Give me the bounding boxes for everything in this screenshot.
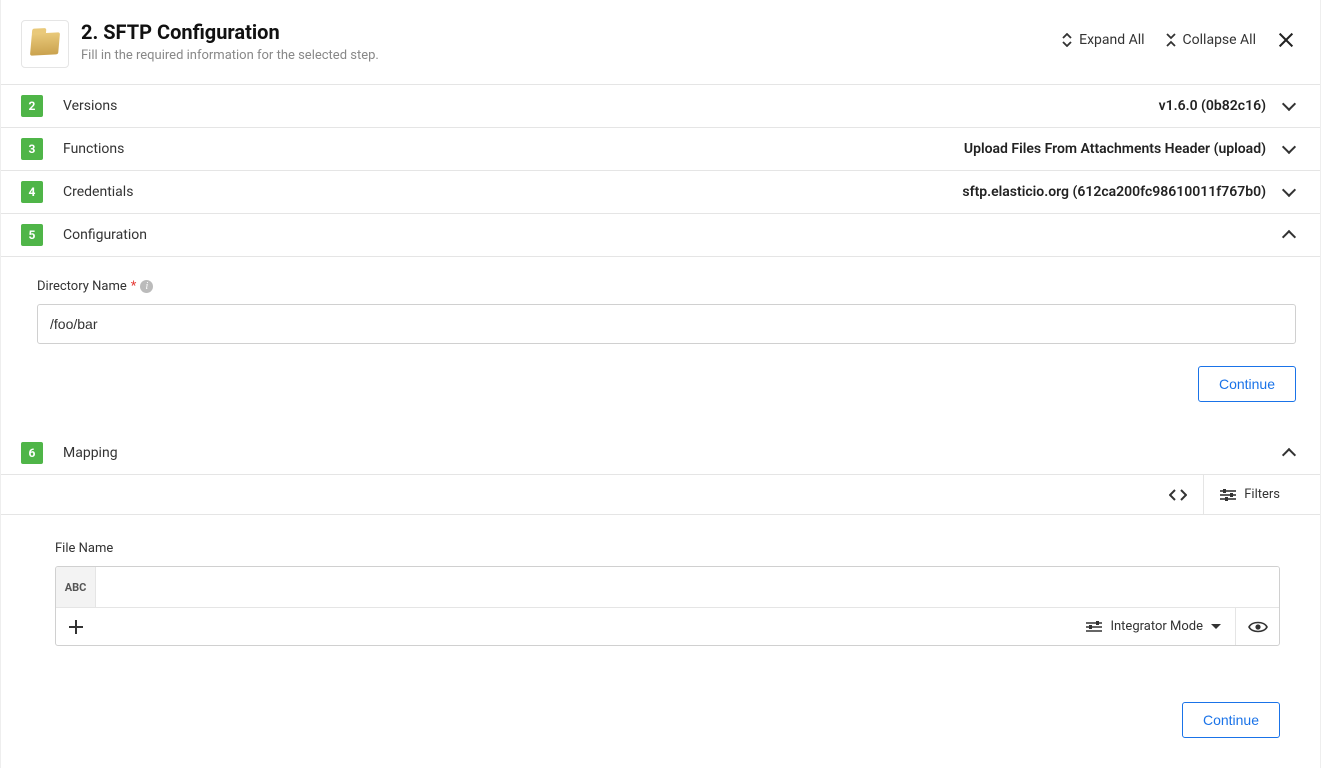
- preview-button[interactable]: [1235, 608, 1279, 645]
- folder-icon: [30, 32, 60, 55]
- page-subtitle: Fill in the required information for the…: [81, 48, 1061, 63]
- filename-field-wrap: ABC Integrator Mode: [55, 566, 1280, 646]
- filters-icon: [1220, 488, 1236, 502]
- expand-all-icon: [1061, 33, 1073, 47]
- section-row-credentials[interactable]: 4 Credentials sftp.elasticio.org (612ca2…: [1, 171, 1320, 214]
- filename-label: File Name: [55, 541, 113, 556]
- directory-name-input[interactable]: [37, 304, 1296, 344]
- section-value-credentials: sftp.elasticio.org (612ca200fc98610011f7…: [962, 184, 1266, 200]
- configuration-continue-button[interactable]: Continue: [1198, 366, 1296, 402]
- filters-label: Filters: [1244, 487, 1280, 502]
- expand-all-label: Expand All: [1079, 32, 1144, 48]
- expand-all-button[interactable]: Expand All: [1061, 32, 1144, 48]
- config-header: 2. SFTP Configuration Fill in the requir…: [1, 0, 1320, 85]
- mapping-filters-button[interactable]: Filters: [1203, 475, 1296, 514]
- code-brackets-icon: [1169, 488, 1187, 502]
- chevron-up-icon: [1282, 446, 1296, 460]
- step-badge-6: 6: [21, 442, 43, 464]
- mapping-continue-button[interactable]: Continue: [1182, 702, 1280, 738]
- page-title: 2. SFTP Configuration: [81, 20, 1061, 44]
- section-value-functions: Upload Files From Attachments Header (up…: [964, 141, 1266, 157]
- info-icon[interactable]: i: [140, 280, 153, 293]
- chevron-down-icon: [1282, 142, 1296, 156]
- mapper-mode-dropdown[interactable]: Integrator Mode: [1072, 608, 1235, 645]
- section-value-versions: v1.6.0 (0b82c16): [1159, 98, 1266, 114]
- mapping-body: File Name ABC: [1, 515, 1320, 768]
- chevron-down-icon: [1282, 99, 1296, 113]
- chevron-up-icon: [1282, 228, 1296, 242]
- component-icon-box: [21, 20, 69, 68]
- step-badge-4: 4: [21, 181, 43, 203]
- step-badge-2: 2: [21, 95, 43, 117]
- close-button[interactable]: [1276, 30, 1296, 50]
- section-label-functions: Functions: [63, 141, 124, 157]
- section-row-mapping[interactable]: 6 Mapping: [1, 432, 1320, 475]
- string-type-chip: ABC: [56, 567, 96, 607]
- add-expression-button[interactable]: [56, 620, 96, 634]
- mapping-toolbar: Filters: [1, 475, 1320, 515]
- eye-icon: [1248, 620, 1268, 634]
- mapping-code-view-button[interactable]: [1153, 475, 1203, 514]
- collapse-all-button[interactable]: Collapse All: [1165, 32, 1256, 48]
- configuration-body: Directory Name * i Continue: [1, 257, 1320, 432]
- collapse-all-icon: [1165, 33, 1177, 47]
- section-label-mapping: Mapping: [63, 445, 118, 461]
- list-icon: [1086, 621, 1102, 633]
- mapper-mode-label: Integrator Mode: [1110, 619, 1203, 634]
- section-label-credentials: Credentials: [63, 184, 133, 200]
- section-label-configuration: Configuration: [63, 227, 147, 243]
- dropdown-caret-icon: [1211, 624, 1221, 629]
- filename-input[interactable]: [96, 567, 1279, 607]
- collapse-all-label: Collapse All: [1183, 32, 1256, 48]
- step-badge-5: 5: [21, 224, 43, 246]
- section-row-functions[interactable]: 3 Functions Upload Files From Attachment…: [1, 128, 1320, 171]
- chevron-down-icon: [1282, 185, 1296, 199]
- section-label-versions: Versions: [63, 98, 117, 114]
- section-row-configuration[interactable]: 5 Configuration: [1, 214, 1320, 257]
- directory-name-label: Directory Name: [37, 279, 127, 294]
- section-row-versions[interactable]: 2 Versions v1.6.0 (0b82c16): [1, 85, 1320, 128]
- required-star: *: [131, 279, 137, 294]
- plus-icon: [69, 620, 83, 634]
- step-badge-3: 3: [21, 138, 43, 160]
